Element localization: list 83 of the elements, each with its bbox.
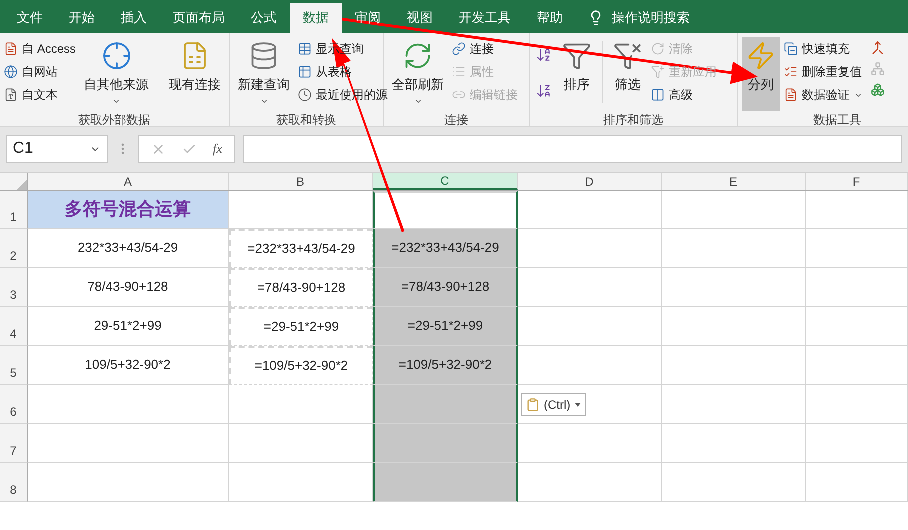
ribbon-group-label: 排序和筛选 (602, 112, 664, 126)
ribbon-tab[interactable]: 公式 (238, 3, 290, 33)
table-cell: 109/5+32-90*2 (28, 346, 229, 385)
ribbon-large-button[interactable]: 新建查询 (234, 37, 294, 111)
merge-icon[interactable] (871, 41, 885, 55)
ribbon-group-label: 获取和转换 (276, 112, 338, 126)
row-header[interactable]: 2 (0, 229, 28, 268)
checklist-icon (784, 65, 798, 79)
ribbon-tab[interactable]: 文件 (4, 3, 56, 33)
column-header[interactable]: E (662, 173, 806, 190)
ribbon-tab[interactable]: 帮助 (524, 3, 576, 33)
table-cell: =232*33+43/54-29 (373, 229, 518, 268)
table-cell: =78/43-90+128 (373, 268, 518, 307)
row-header[interactable]: 8 (0, 463, 28, 502)
sort-az-icon (536, 47, 552, 63)
remove-duplicates-icon (784, 42, 798, 56)
ribbon-small-button[interactable]: 数据验证 (784, 85, 863, 105)
table-cell: 29-51*2+99 (28, 307, 229, 346)
ribbon-tab[interactable]: 视图 (394, 3, 446, 33)
funnel-clear-icon (613, 41, 643, 71)
column-header[interactable]: F (806, 173, 908, 190)
diagram-icon[interactable] (871, 62, 885, 76)
ribbon-small-button[interactable]: 连接 (452, 39, 518, 59)
ribbon-small-button[interactable]: 自 Access (4, 39, 76, 59)
ribbon-large-button[interactable]: 筛选 (609, 37, 647, 111)
ribbon-large-button[interactable]: 分列 (742, 37, 780, 111)
row-header[interactable]: 5 (0, 346, 28, 385)
row-header[interactable]: 3 (0, 268, 28, 307)
globe-icon (4, 65, 18, 79)
clock-icon (298, 88, 312, 102)
name-box-value: C1 (13, 139, 34, 159)
table-cell: 232*33+43/54-29 (28, 229, 229, 268)
text-file-icon (4, 88, 18, 102)
table-cell: 78/43-90+128 (28, 268, 229, 307)
refresh-icon (651, 42, 665, 56)
link-icon (452, 42, 466, 56)
clipboard-icon (526, 398, 540, 412)
ribbon-tab[interactable]: 插入 (108, 3, 160, 33)
row-header[interactable]: 6 (0, 385, 28, 424)
ribbon-small-button[interactable]: 快速填充 (784, 39, 863, 59)
lightning-icon (746, 41, 776, 71)
table-icon (298, 42, 312, 56)
table-cell: =29-51*2+99 (373, 307, 518, 346)
row-header[interactable]: 1 (0, 191, 28, 229)
sort-za-icon (536, 83, 552, 99)
cube-icon[interactable] (871, 83, 885, 97)
document-icon (784, 88, 798, 102)
column-header[interactable]: D (518, 173, 662, 190)
ribbon-tab[interactable]: 数据 (290, 3, 342, 33)
caret-icon (574, 402, 581, 406)
table-icon (298, 65, 312, 79)
ribbon-large-button[interactable]: 排序 (558, 37, 596, 111)
ribbon-group-label: 数据工具 (812, 112, 862, 126)
ribbon-tab[interactable]: 开发工具 (446, 3, 524, 33)
columns-icon (651, 88, 665, 102)
column-header[interactable]: C (373, 173, 518, 190)
crosshair-icon (102, 41, 132, 71)
ribbon-large-button[interactable]: 全部刷新 (388, 37, 448, 111)
ribbon-small-button[interactable]: 自网站 (4, 62, 76, 82)
ribbon-tab[interactable]: 页面布局 (160, 3, 238, 33)
title-cell: 多符号混合运算 (28, 191, 229, 229)
ribbon-group-label: 连接 (444, 112, 470, 126)
ribbon-small-button[interactable]: 高级 (651, 85, 717, 105)
name-box[interactable]: C1 (6, 135, 108, 163)
paste-options-button[interactable]: (Ctrl) (521, 393, 586, 416)
search-tell-me[interactable]: 操作说明搜索 (612, 8, 690, 28)
row-header[interactable]: 4 (0, 307, 28, 346)
ribbon-tab[interactable]: 开始 (56, 3, 108, 33)
row-header[interactable]: 7 (0, 424, 28, 463)
funnel-icon (651, 65, 665, 79)
ribbon-small-button[interactable]: 自文本 (4, 85, 76, 105)
table-cell: =109/5+32-90*2 (373, 346, 518, 385)
column-header[interactable]: A (28, 173, 229, 190)
document-icon (4, 42, 18, 56)
ribbon-large-button[interactable]: 现有连接 (165, 37, 226, 111)
funnel-icon (562, 41, 592, 71)
insert-function-button[interactable]: fx (213, 139, 222, 159)
refresh-icon (403, 41, 433, 71)
formula-input[interactable] (243, 135, 902, 163)
ribbon-small-button[interactable]: 删除重复值 (784, 62, 863, 82)
ribbon-group-label: 获取外部数据 (78, 112, 152, 126)
database-icon (249, 41, 279, 71)
ribbon-large-button[interactable]: 自其他来源 (80, 37, 154, 111)
